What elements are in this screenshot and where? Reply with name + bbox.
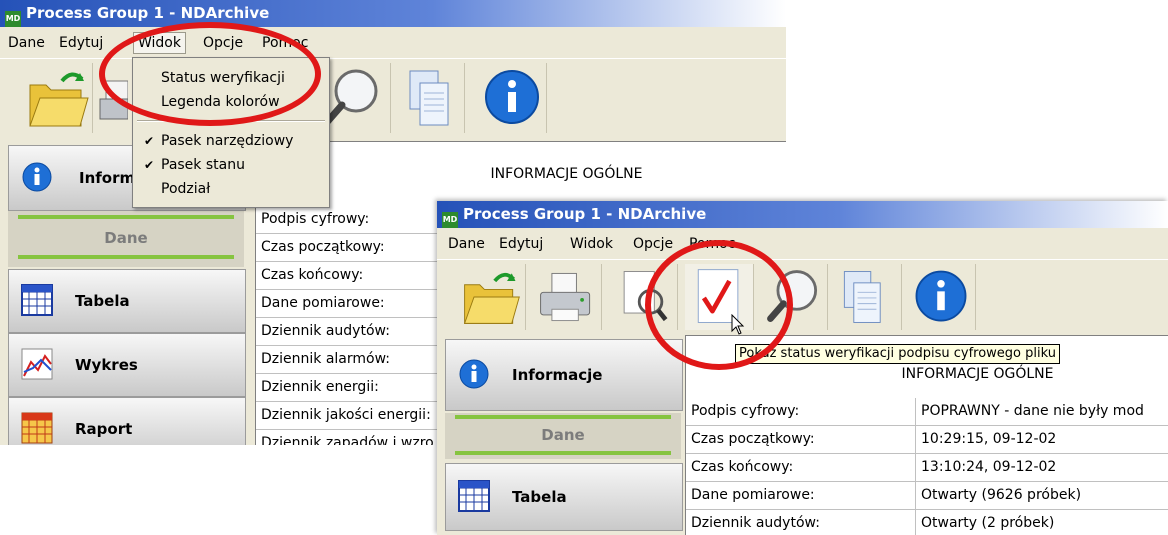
sidebar-item-tabela[interactable]: Tabela (445, 463, 683, 531)
row-label: Dane pomiarowe: (261, 295, 385, 311)
window-archive-front: MD Process Group 1 - NDArchive Dane Edytu… (437, 201, 1168, 535)
info-button[interactable] (907, 264, 976, 330)
divider (18, 215, 234, 219)
sidebar-item-label: Tabela (75, 292, 130, 310)
info-button[interactable] (478, 63, 547, 133)
row-label: Czas końcowy: (261, 267, 364, 283)
sidebar-item-label: Tabela (512, 488, 567, 506)
info-panel: INFORMACJE OGÓLNE Podpis cyfrowy: POPRAWN… (685, 335, 1168, 535)
menu-dane[interactable]: Dane (4, 33, 49, 53)
documents-icon (409, 70, 449, 126)
checkmark-icon: ✔ (144, 158, 155, 172)
menu-item-label: Pasek narzędziowy (161, 133, 294, 149)
row-label: Czas końcowy: (691, 459, 794, 475)
menu-item-pasek-narzedziowy[interactable]: ✔ Pasek narzędziowy (133, 130, 329, 152)
title-bar: MD Process Group 1 - NDArchive (0, 0, 786, 27)
checkmark-icon: ✔ (144, 134, 155, 148)
menu-dane[interactable]: Dane (444, 234, 489, 254)
documents-icon (843, 271, 881, 323)
sidebar-item-label: Inform (79, 169, 136, 187)
row-value: Otwarty (9626 próbek) (921, 487, 1082, 503)
highlight-ring (99, 22, 321, 126)
menu-item-pasek-stanu[interactable]: ✔ Pasek stanu (133, 154, 329, 176)
row-value: 13:10:24, 09-12-02 (921, 459, 1057, 475)
table-icon (21, 284, 53, 316)
search-button[interactable] (322, 63, 391, 133)
row-label: Dziennik zapadów i wzro (261, 435, 434, 445)
copy-button[interactable] (833, 264, 902, 330)
row-label: Czas początkowy: (261, 239, 385, 255)
highlight-ring (645, 240, 793, 370)
folder-open-icon (463, 272, 520, 324)
window-title: Process Group 1 - NDArchive (463, 205, 707, 223)
copy-button[interactable] (396, 63, 465, 133)
info-icon (22, 162, 52, 192)
row-value: 10:29:15, 09-12-02 (921, 431, 1057, 447)
menu-opcje[interactable]: Opcje (629, 234, 677, 254)
row-value: Otwarty (2 próbek) (921, 515, 1055, 531)
menu-item-podzial[interactable]: Podział (133, 178, 329, 200)
magnifier-icon (324, 69, 378, 125)
sidebar-item-tabela[interactable]: Tabela (8, 269, 246, 333)
row-value: POPRAWNY - dane nie były mod (921, 403, 1144, 419)
info-header: INFORMACJE OGÓLNE (490, 166, 643, 182)
table-row: Dane pomiarowe: Otwarty (9626 próbek) (686, 482, 1168, 510)
row-label: Dane pomiarowe: (691, 487, 815, 503)
chart-icon (21, 348, 53, 380)
info-icon (459, 359, 489, 389)
toolbar (437, 259, 1168, 336)
table-row: Dziennik audytów: Otwarty (2 próbek) (686, 510, 1168, 535)
menu-widok[interactable]: Widok (566, 234, 617, 254)
app-icon: MD (442, 212, 458, 228)
sidebar: Informacje Dane Tabela (437, 335, 685, 535)
sidebar-item-label: Informacje (512, 366, 603, 384)
menu-edytuj[interactable]: Edytuj (55, 33, 107, 53)
window-title: Process Group 1 - NDArchive (26, 4, 270, 22)
row-label: Czas początkowy: (691, 431, 815, 447)
menu-bar: Dane Edytuj Widok Opcje Pomoc (437, 228, 1168, 259)
open-button[interactable] (457, 264, 526, 330)
row-label: Dziennik energii: (261, 379, 379, 395)
section-dane: Dane (8, 211, 244, 267)
table-row: Czas końcowy: 13:10:24, 09-12-02 (686, 454, 1168, 482)
tooltip: Pokaż status weryfikacji podpisu cyfrowe… (735, 344, 1060, 364)
row-label: Podpis cyfrowy: (691, 403, 800, 419)
row-label: Dziennik alarmów: (261, 351, 390, 367)
row-label: Podpis cyfrowy: (261, 211, 370, 227)
open-button[interactable] (24, 63, 93, 133)
section-label: Dane (541, 426, 585, 444)
menu-item-label: Pasek stanu (161, 157, 245, 173)
sidebar-item-label: Raport (75, 420, 133, 438)
sidebar-item-wykres[interactable]: Wykres (8, 333, 246, 397)
printer-icon (540, 272, 591, 322)
info-icon (915, 270, 967, 322)
row-label: Dziennik audytów: (691, 515, 820, 531)
divider (455, 415, 671, 419)
row-label: Dziennik jakości energii: (261, 407, 431, 423)
sidebar-item-raport[interactable]: Raport (8, 397, 246, 445)
print-button[interactable] (533, 264, 602, 330)
report-icon (21, 412, 53, 444)
divider (18, 255, 234, 259)
divider (455, 451, 671, 455)
section-dane: Dane (445, 413, 681, 459)
section-label: Dane (104, 229, 148, 247)
row-label: Dziennik audytów: (261, 323, 390, 339)
table-row: Podpis cyfrowy: POPRAWNY - dane nie były … (686, 398, 1168, 426)
table-icon (458, 480, 490, 512)
app-icon: MD (5, 11, 21, 27)
menu-edytuj[interactable]: Edytuj (495, 234, 547, 254)
sidebar-item-label: Wykres (75, 356, 138, 374)
folder-open-icon (29, 72, 89, 127)
info-icon (485, 70, 539, 124)
table-row: Czas początkowy: 10:29:15, 09-12-02 (686, 426, 1168, 454)
title-bar: MD Process Group 1 - NDArchive (437, 201, 1168, 228)
sidebar-item-informacje[interactable]: Informacje (445, 339, 683, 411)
